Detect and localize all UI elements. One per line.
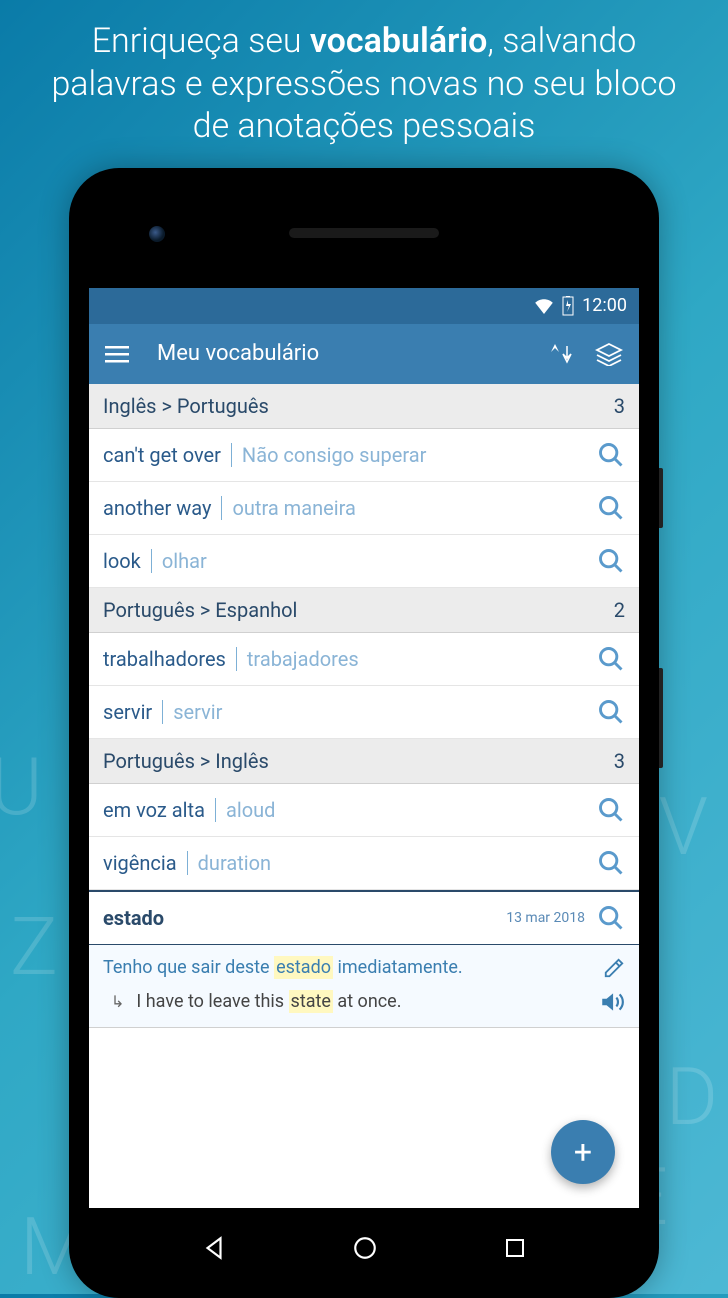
section-header[interactable]: Inglês > Português 3 xyxy=(89,384,639,429)
phone-camera xyxy=(149,226,165,242)
example-sentence: Tenho que sair deste estado imediatament… xyxy=(103,957,603,978)
sync-icon[interactable] xyxy=(547,342,575,366)
vocab-item[interactable]: look olhar xyxy=(89,535,639,588)
vocab-item[interactable]: em voz alta aloud xyxy=(89,784,639,837)
vocab-source: can't get over xyxy=(103,443,221,467)
app-bar: Meu vocabulário xyxy=(89,324,639,384)
search-icon[interactable] xyxy=(597,698,625,726)
phone-speaker xyxy=(289,228,439,238)
vocab-target: olhar xyxy=(162,549,597,573)
menu-icon[interactable] xyxy=(105,342,129,366)
search-icon[interactable] xyxy=(597,645,625,673)
vocab-source: servir xyxy=(103,700,152,724)
detail-panel: Tenho que sair deste estado imediatament… xyxy=(89,945,639,1028)
search-icon[interactable] xyxy=(597,904,625,932)
vocab-item[interactable]: servir servir xyxy=(89,686,639,739)
battery-icon xyxy=(562,296,574,316)
status-bar: 12:00 xyxy=(89,288,639,324)
section-count: 3 xyxy=(614,394,625,418)
plus-icon: + xyxy=(574,1133,592,1171)
wifi-icon xyxy=(534,298,554,314)
section-count: 3 xyxy=(614,749,625,773)
vocab-target: aloud xyxy=(226,798,597,822)
vocab-target: trabajadores xyxy=(247,647,597,671)
vocab-target: servir xyxy=(173,700,597,724)
vocab-source: another way xyxy=(103,496,211,520)
example-translation: I have to leave this state at once. xyxy=(136,991,599,1012)
section-header[interactable]: Português > Inglês 3 xyxy=(89,739,639,784)
status-time: 12:00 xyxy=(582,295,627,316)
recent-icon[interactable] xyxy=(503,1236,527,1260)
vocab-source: em voz alta xyxy=(103,798,205,822)
vocab-item[interactable]: another way outra maneira xyxy=(89,482,639,535)
back-icon[interactable] xyxy=(201,1235,227,1261)
search-icon[interactable] xyxy=(597,547,625,575)
section-title: Inglês > Português xyxy=(103,394,269,418)
android-nav-bar xyxy=(79,1208,649,1288)
vocab-item[interactable]: vigência duration xyxy=(89,837,639,890)
vocab-item[interactable]: trabalhadores trabajadores xyxy=(89,633,639,686)
vocab-item-selected[interactable]: estado 13 mar 2018 xyxy=(89,890,639,945)
search-icon[interactable] xyxy=(597,849,625,877)
section-title: Português > Espanhol xyxy=(103,598,297,622)
add-button[interactable]: + xyxy=(551,1120,615,1184)
edit-icon[interactable] xyxy=(603,957,625,979)
layers-icon[interactable] xyxy=(595,342,623,366)
vocab-target: outra maneira xyxy=(232,496,597,520)
search-icon[interactable] xyxy=(597,796,625,824)
home-icon[interactable] xyxy=(352,1235,378,1261)
vocab-source: look xyxy=(103,549,141,573)
phone-frame: 12:00 Meu vocabulário Inglês > Português… xyxy=(69,168,659,1298)
vocab-source: vigência xyxy=(103,851,177,875)
vocab-source: trabalhadores xyxy=(103,647,226,671)
selected-date: 13 mar 2018 xyxy=(506,910,585,926)
vocab-item[interactable]: can't get over Não consigo superar xyxy=(89,429,639,482)
search-icon[interactable] xyxy=(597,494,625,522)
vocab-target: duration xyxy=(198,851,597,875)
section-header[interactable]: Português > Espanhol 2 xyxy=(89,588,639,633)
section-title: Português > Inglês xyxy=(103,749,269,773)
selected-word: estado xyxy=(103,906,506,930)
search-icon[interactable] xyxy=(597,441,625,469)
promo-text: Enriqueça seu vocabulário, salvando pala… xyxy=(0,0,728,158)
speaker-icon[interactable] xyxy=(599,989,625,1015)
section-count: 2 xyxy=(614,598,625,622)
app-title: Meu vocabulário xyxy=(157,341,527,366)
sub-arrow-icon: ↳ xyxy=(111,992,124,1011)
vocab-target: Não consigo superar xyxy=(242,443,597,467)
